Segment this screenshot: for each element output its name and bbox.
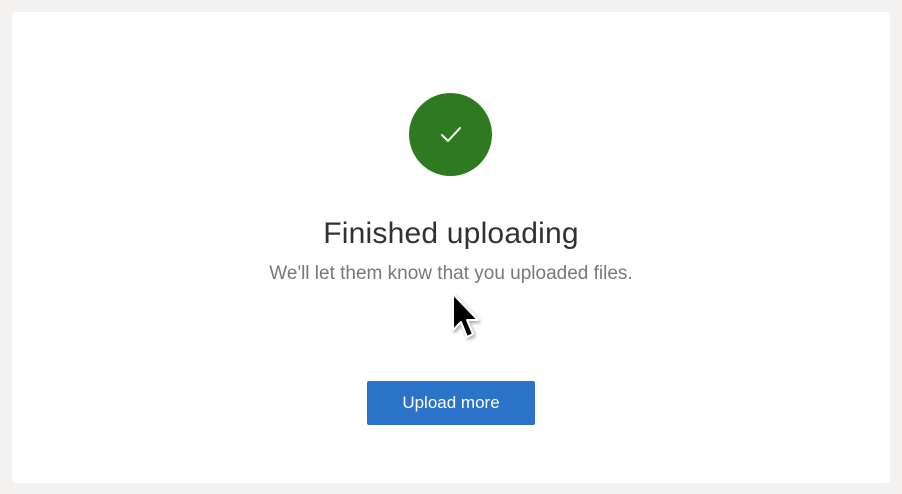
- status-message: We'll let them know that you uploaded fi…: [269, 263, 633, 284]
- success-badge: [409, 93, 492, 176]
- upload-complete-card: Finished uploading We'll let them know t…: [12, 12, 890, 483]
- checkmark-icon: [441, 127, 461, 142]
- upload-more-button[interactable]: Upload more: [367, 381, 535, 425]
- status-title: Finished uploading: [323, 217, 579, 250]
